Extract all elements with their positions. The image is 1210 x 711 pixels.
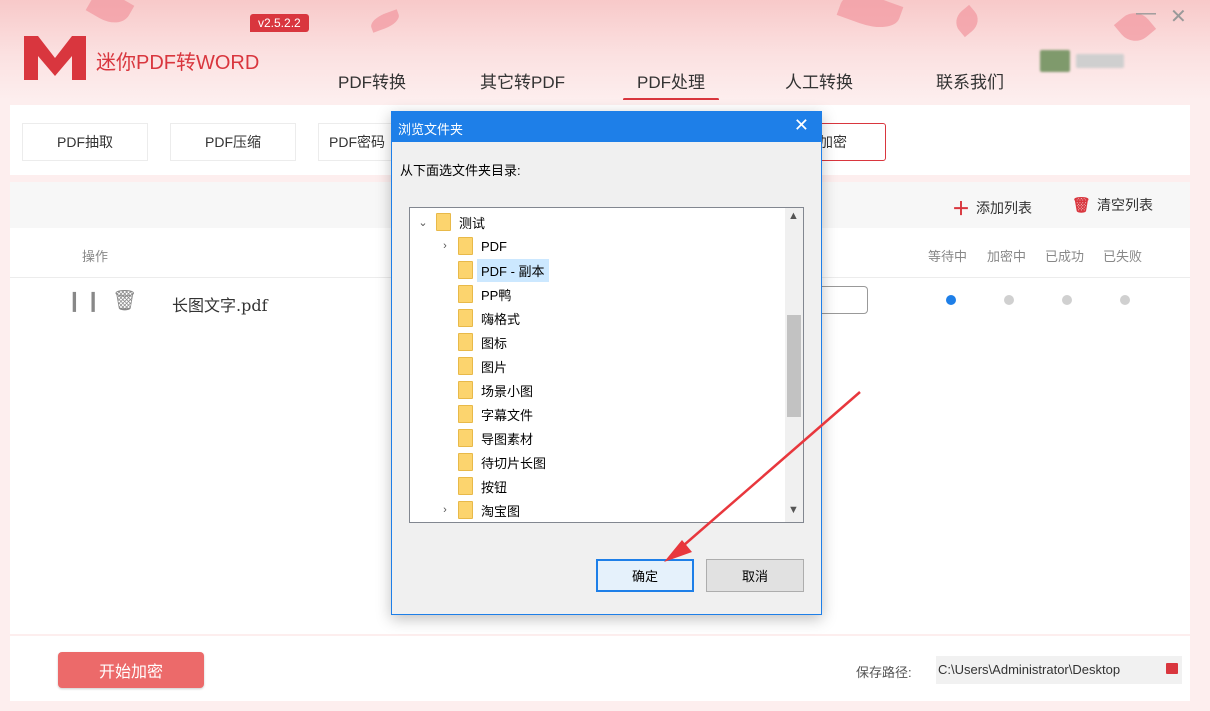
folder-icon [458, 261, 473, 279]
tree-item[interactable]: PP鸭 [458, 282, 803, 306]
scroll-up-icon[interactable]: ▲ [788, 210, 799, 222]
close-icon[interactable]: ✕ [1170, 4, 1187, 29]
close-icon[interactable]: ✕ [794, 115, 809, 136]
bottom-bar: 开始加密 保存路径: C:\Users\Administrator\Deskto… [10, 636, 1190, 701]
tree-scrollbar[interactable]: ▲ ▼ [785, 208, 803, 522]
tree-item-label: 图片 [481, 359, 508, 375]
status-dot-success [1062, 295, 1072, 305]
chevron-right-icon[interactable]: › [438, 240, 452, 252]
decor-petal [836, 0, 904, 36]
add-list-label: 添加列表 [976, 200, 1032, 216]
tree-item[interactable]: ⌄ 测试 [416, 210, 786, 234]
start-encrypt-button[interactable]: 开始加密 [58, 652, 204, 688]
username-blurred [1076, 54, 1124, 68]
status-dot-failed [1120, 295, 1130, 305]
status-dot-waiting [946, 295, 956, 305]
folder-icon [458, 501, 473, 519]
status-dot-encrypting [1004, 295, 1014, 305]
cancel-button[interactable]: 取消 [706, 559, 804, 592]
save-path-value: C:\Users\Administrator\Desktop [938, 662, 1121, 677]
save-path-field[interactable]: C:\Users\Administrator\Desktop [936, 656, 1182, 684]
app-header: 迷你PDF转WORD v2.5.2.2 PDF转换 其它转PDF PDF处理 人… [0, 0, 1210, 100]
tree-item[interactable]: 嗨格式 [458, 306, 803, 330]
tree-item-label: PDF [481, 238, 507, 254]
app-logo-icon [24, 36, 86, 80]
dialog-title-bar: 浏览文件夹 ✕ [392, 112, 821, 142]
tree-item[interactable]: 场景小图 [458, 378, 803, 402]
save-path-label: 保存路径: [856, 665, 912, 680]
folder-icon [458, 477, 473, 495]
tree-item-label: 待切片长图 [481, 455, 547, 471]
avatar[interactable] [1040, 50, 1070, 72]
scrollbar-thumb[interactable] [787, 315, 801, 417]
delete-icon[interactable]: 🗑 [112, 288, 137, 313]
clear-list-label: 清空列表 [1097, 197, 1154, 213]
decor-petal [368, 9, 402, 33]
tree-item[interactable]: 按钮 [458, 474, 803, 498]
header-failed: 已失败 [1103, 249, 1143, 264]
tree-item[interactable]: 导图素材 [458, 426, 803, 450]
folder-icon [458, 453, 473, 471]
tree-item-label: 按钮 [481, 479, 508, 495]
subtab-pdf-compress[interactable]: PDF压缩 [170, 123, 296, 161]
folder-icon [458, 285, 473, 303]
folder-icon [458, 381, 473, 399]
decor-petal [85, 0, 135, 31]
chevron-down-icon[interactable]: ⌄ [416, 216, 430, 229]
minimize-icon[interactable]: — [1136, 2, 1156, 25]
app-name: 迷你PDF转WORD [96, 52, 260, 74]
header-operation: 操作 [82, 249, 109, 264]
folder-tree[interactable]: ⌄ 测试 › PDF PDF - 副本 PP鸭 嗨格式 图标 图片 场景小图 字… [409, 207, 804, 523]
nav-other-to-pdf[interactable]: 其它转PDF [480, 68, 565, 93]
tree-item-label: 淘宝图 [481, 503, 521, 519]
header-encrypting: 加密中 [987, 249, 1027, 264]
tree-item[interactable]: 图片 [458, 354, 803, 378]
tree-item[interactable]: › 淘宝图 [438, 498, 803, 522]
folder-icon [458, 237, 473, 255]
subtab-pdf-extract[interactable]: PDF抽取 [22, 123, 148, 161]
tree-item-label: 测试 [459, 215, 486, 231]
nav-pdf-process[interactable]: PDF处理 [623, 68, 719, 100]
folder-icon[interactable] [1166, 663, 1178, 674]
tree-item[interactable]: › PDF [438, 234, 803, 258]
dialog-prompt: 从下面选文件夹目录: [400, 163, 521, 178]
file-name: 长图文字.pdf [172, 296, 268, 315]
folder-icon [436, 213, 451, 231]
header-success: 已成功 [1045, 249, 1085, 264]
chevron-right-icon[interactable]: › [438, 504, 452, 516]
folder-icon [458, 357, 473, 375]
pause-icon[interactable]: ❙❙ [66, 288, 104, 313]
user-account[interactable] [1040, 50, 1124, 72]
nav-contact-us[interactable]: 联系我们 [936, 68, 1004, 93]
nav-pdf-convert[interactable]: PDF转换 [338, 68, 406, 93]
tree-item-label: 导图素材 [481, 431, 534, 447]
folder-icon [458, 405, 473, 423]
trash-icon: 🗑 [1072, 197, 1092, 214]
tree-item[interactable]: 图标 [458, 330, 803, 354]
clear-list-button[interactable]: 🗑 清空列表 [1072, 195, 1153, 215]
folder-icon [458, 309, 473, 327]
tree-item[interactable]: 字幕文件 [458, 402, 803, 426]
version-badge: v2.5.2.2 [250, 14, 309, 32]
folder-icon [458, 333, 473, 351]
tree-item[interactable]: 待切片长图 [458, 450, 803, 474]
ok-button[interactable]: 确定 [596, 559, 694, 592]
password-input[interactable] [816, 286, 868, 314]
tree-item-selected[interactable]: PDF - 副本 [458, 258, 803, 282]
dialog-title: 浏览文件夹 [398, 122, 464, 137]
plus-icon: ＋ [952, 199, 970, 219]
decor-petal [950, 4, 984, 38]
tree-item-label: PDF - 副本 [477, 258, 549, 282]
browse-folder-dialog: 浏览文件夹 ✕ 从下面选文件夹目录: ⌄ 测试 › PDF PDF - 副本 P… [391, 111, 822, 615]
tree-item-label: 场景小图 [481, 383, 534, 399]
folder-icon [458, 429, 473, 447]
tree-item-label: PP鸭 [481, 287, 512, 303]
tree-item-label: 字幕文件 [481, 407, 534, 423]
nav-manual-convert[interactable]: 人工转换 [785, 68, 853, 93]
scroll-down-icon[interactable]: ▼ [788, 504, 799, 516]
header-waiting: 等待中 [928, 249, 968, 264]
tree-item-label: 图标 [481, 335, 508, 351]
add-list-button[interactable]: ＋ 添加列表 [952, 195, 1032, 221]
tree-item-label: 嗨格式 [481, 311, 521, 327]
